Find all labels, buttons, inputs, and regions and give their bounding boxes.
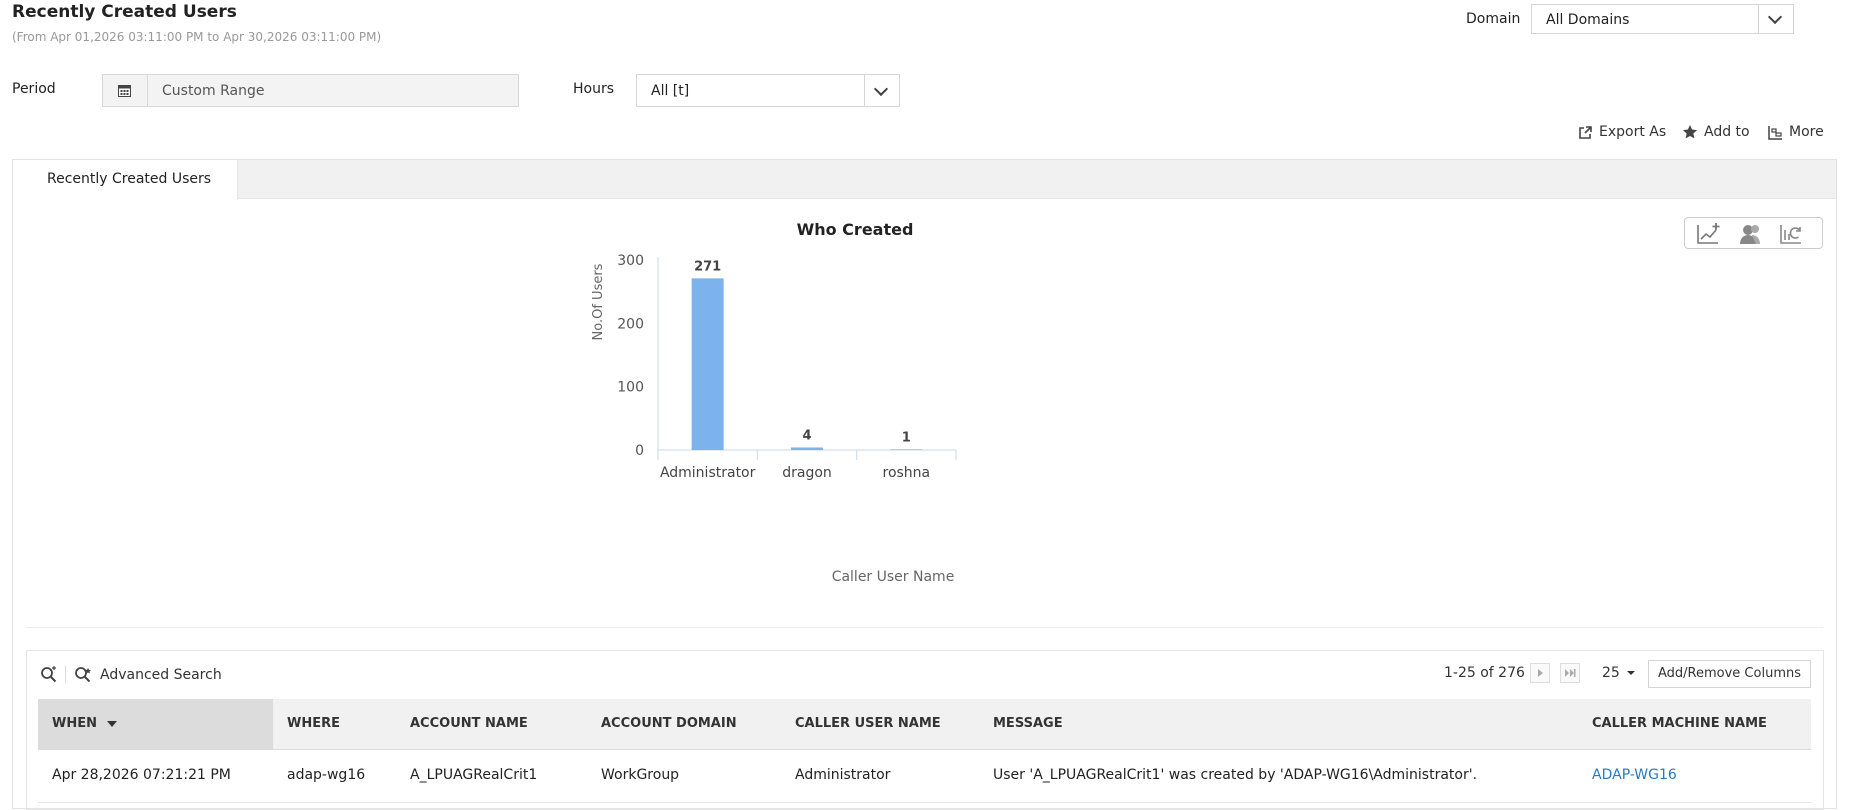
cell-caller-machine-name: ADAP-WG16	[1592, 767, 1677, 783]
search-icon	[41, 666, 57, 683]
grid-toolbar: Advanced Search	[40, 666, 222, 683]
chart-options-group	[1684, 217, 1823, 249]
period-value: Custom Range	[162, 83, 265, 99]
section-divider	[26, 627, 1823, 628]
x-tick-label: dragon	[782, 465, 832, 481]
add-to-button[interactable]: Add to	[1682, 124, 1750, 140]
page-size-value: 25	[1602, 665, 1620, 681]
caller-machine-link[interactable]: ADAP-WG16	[1592, 767, 1677, 783]
tab-bar	[13, 160, 1836, 199]
hours-select[interactable]: All [t]	[636, 74, 900, 107]
column-header-caller-machine-name[interactable]: CALLER MACHINE NAME	[1592, 716, 1767, 731]
export-icon	[1579, 125, 1592, 139]
bar-chart: Who Created No.Of Users Caller User Name…	[591, 220, 957, 585]
cell-account-domain: WorkGroup	[601, 767, 680, 783]
export-as-label: Export As	[1599, 124, 1667, 140]
more-button[interactable]: More	[1768, 124, 1824, 140]
quick-search-button[interactable]	[40, 666, 66, 683]
tab-label: Recently Created Users	[47, 171, 212, 187]
user-group-icon	[1740, 225, 1760, 244]
hours-dropdown-toggle[interactable]	[864, 75, 899, 106]
hours-label: Hours	[573, 81, 615, 97]
data-label: 1	[902, 430, 911, 445]
column-header-account-name[interactable]: ACCOUNT NAME	[410, 716, 528, 731]
y-axis-label: No.Of Users	[591, 263, 606, 340]
chevron-down-icon	[1767, 9, 1783, 25]
cell-when: Apr 28,2026 07:21:21 PM	[52, 767, 231, 783]
cell-account-name: A_LPUAGRealCrit1	[410, 767, 538, 783]
column-header-where[interactable]: WHERE	[287, 716, 340, 731]
page-title: Recently Created Users	[12, 2, 237, 22]
cell-where: adap-wg16	[287, 767, 366, 783]
pagination-info: 1-25 of 276	[1444, 665, 1525, 681]
data-label: 271	[694, 259, 721, 274]
calendar-icon	[118, 85, 131, 97]
add-chart-icon	[1697, 223, 1720, 244]
chart-refresh-icon	[1780, 225, 1801, 244]
chevron-down-icon	[873, 81, 889, 97]
y-tick-label: 100	[617, 380, 644, 396]
add-to-label: Add to	[1704, 124, 1750, 140]
next-page-button[interactable]	[1530, 663, 1550, 683]
add-remove-columns-button[interactable]: Add/Remove Columns	[1648, 660, 1811, 688]
advanced-search-label: Advanced Search	[100, 666, 222, 683]
last-page-icon	[1565, 669, 1576, 677]
star-icon	[1683, 125, 1697, 139]
chart-title: Who Created	[797, 220, 914, 239]
column-header-caller-user-name[interactable]: CALLER USER NAME	[795, 716, 941, 731]
y-tick-label: 300	[617, 253, 644, 269]
domain-select-value: All Domains	[1546, 12, 1630, 28]
calendar-button[interactable]	[103, 75, 148, 106]
more-label: More	[1789, 124, 1824, 140]
tab-recently-created-users[interactable]: Recently Created Users	[13, 160, 238, 200]
reset-chart-button[interactable]	[1778, 222, 1806, 246]
column-header-when[interactable]: WHEN	[52, 716, 117, 731]
x-tick-label: Administrator	[660, 465, 756, 481]
next-icon	[1538, 669, 1543, 677]
period-picker[interactable]: Custom Range	[102, 74, 519, 107]
y-tick-label: 0	[635, 443, 644, 459]
more-icon	[1768, 125, 1782, 140]
column-header-message[interactable]: MESSAGE	[993, 716, 1063, 731]
add-chart-button[interactable]	[1695, 222, 1723, 246]
date-range: (From Apr 01,2026 03:11:00 PM to Apr 30,…	[12, 30, 382, 44]
advanced-search-icon	[75, 667, 91, 683]
data-label: 4	[802, 428, 811, 443]
export-as-button[interactable]: Export As	[1578, 124, 1666, 140]
y-tick-label: 200	[617, 316, 644, 332]
hours-select-value: All [t]	[651, 83, 690, 99]
last-page-button[interactable]	[1560, 663, 1580, 683]
period-label: Period	[12, 81, 56, 97]
caret-down-icon	[1627, 671, 1636, 675]
cell-message: User 'A_LPUAGRealCrit1' was created by '…	[993, 767, 1478, 783]
domain-label: Domain	[1466, 11, 1521, 27]
column-header-account-domain[interactable]: ACCOUNT DOMAIN	[601, 716, 737, 731]
column-header-label: WHEN	[52, 716, 97, 731]
bar-administrator	[691, 278, 724, 450]
advanced-search-button[interactable]: Advanced Search	[66, 666, 222, 683]
domain-dropdown-toggle[interactable]	[1758, 5, 1793, 33]
cell-caller-user-name: Administrator	[795, 767, 891, 783]
bar-roshna	[890, 449, 923, 450]
bar-dragon	[791, 447, 823, 450]
domain-select[interactable]: All Domains	[1531, 4, 1794, 34]
sort-descending-icon	[106, 720, 117, 727]
page-size-select[interactable]: 25	[1602, 665, 1636, 681]
x-axis-label: Caller User Name	[832, 569, 955, 585]
user-chart-button[interactable]	[1737, 222, 1765, 246]
row-divider	[38, 802, 1811, 803]
x-tick-label: roshna	[883, 465, 931, 481]
